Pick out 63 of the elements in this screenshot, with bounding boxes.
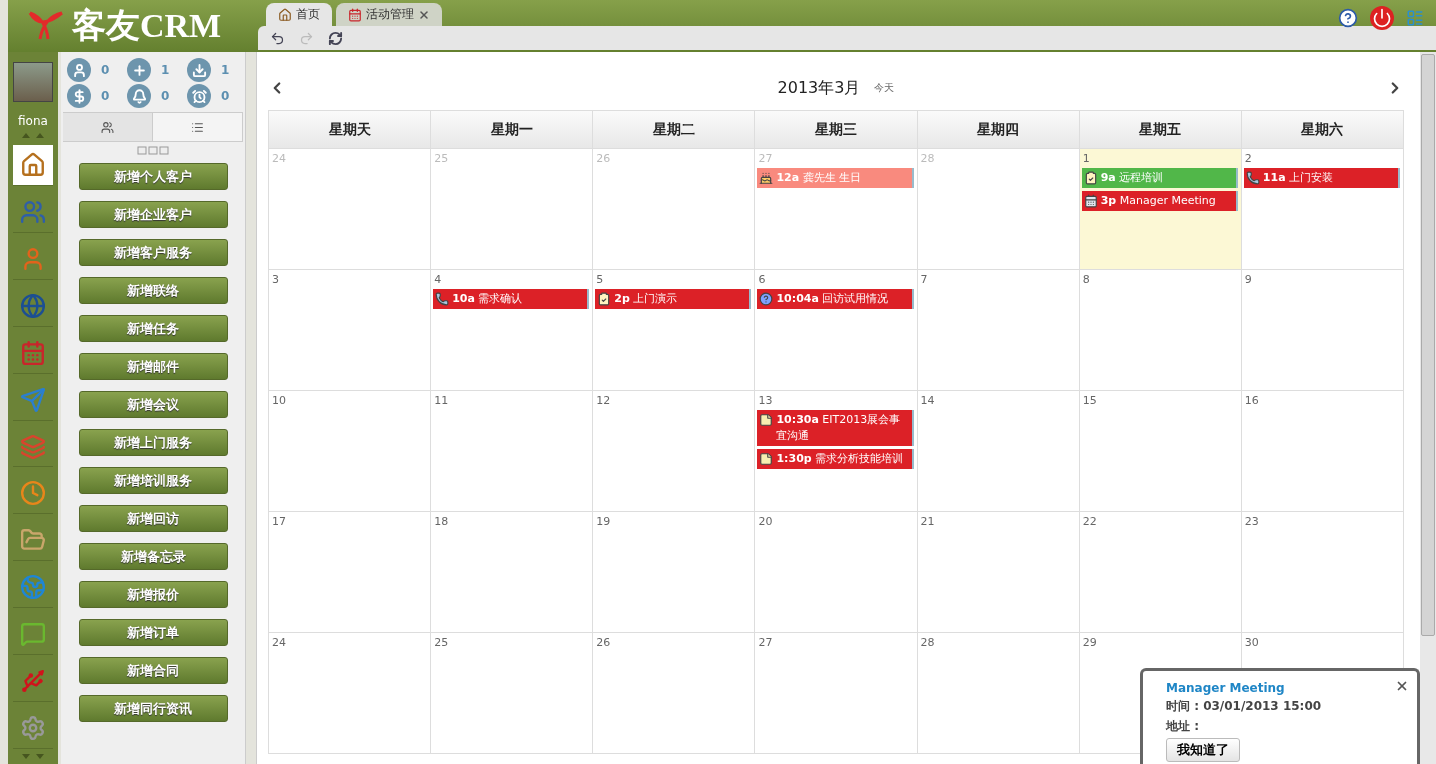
count: 1 (161, 63, 170, 77)
user-name: fiona (18, 113, 48, 128)
day-number: 24 (271, 636, 286, 649)
reminder-time: 时间 : 03/01/2013 15:00 (1166, 698, 1322, 715)
day-number: 28 (919, 152, 935, 165)
event-text: 10:30a EIT2013展会事宜沟通 (776, 412, 902, 444)
event-text: 2p 上门演示 (614, 291, 678, 307)
day-number: 12 (595, 394, 611, 407)
weekday-header: 星期三 (755, 111, 918, 149)
day-number: 8 (1081, 273, 1090, 286)
day-number: 25 (433, 152, 449, 165)
reminder-address: 地址 : (1166, 718, 1199, 735)
day-number: 2 (1243, 152, 1252, 165)
day-number: 20 (757, 515, 773, 528)
day-number: 26 (595, 152, 611, 165)
event-text: 12a 龚先生 生日 (776, 170, 862, 186)
weekday-header: 星期六 (1241, 111, 1404, 149)
event-text: 1:30p 需求分析技能培训 (776, 451, 904, 467)
weekday-header: 星期一 (431, 111, 594, 149)
day-number: 22 (1081, 515, 1097, 528)
day-number: 5 (595, 273, 604, 286)
count: 0 (161, 89, 170, 103)
day-number: 4 (433, 273, 442, 286)
day-number: 26 (595, 636, 611, 649)
event-text: 10:04a 回访试用情况 (776, 291, 889, 307)
day-number: 17 (271, 515, 286, 528)
count: 1 (221, 63, 230, 77)
day-number: 23 (1243, 515, 1259, 528)
day-number: 29 (1081, 636, 1097, 649)
day-number: 19 (595, 515, 611, 528)
day-number: 24 (271, 152, 286, 165)
reminder-title: Manager Meeting (1166, 681, 1285, 695)
month-title: 2013年3月 (777, 77, 861, 99)
day-number: 13 (757, 394, 773, 407)
weekday-header: 星期天 (269, 111, 432, 149)
day-number: 3 (271, 273, 279, 286)
event-text: 9a 远程培训 (1100, 170, 1164, 186)
day-number: 16 (1243, 394, 1259, 407)
day-number: 18 (433, 515, 449, 528)
day-number: 30 (1243, 636, 1259, 649)
day-number: 21 (919, 515, 935, 528)
day-number: 7 (919, 273, 928, 286)
day-number: 14 (919, 394, 935, 407)
count: 0 (101, 63, 110, 77)
day-number: 15 (1081, 394, 1097, 407)
weekday-header: 星期四 (917, 111, 1080, 149)
count: 0 (101, 89, 110, 103)
day-number: 9 (1243, 273, 1252, 286)
day-number: 1 (1081, 152, 1090, 165)
day-number: 11 (433, 394, 449, 407)
day-number: 27 (757, 636, 773, 649)
day-number: 25 (433, 636, 449, 649)
event-text: 11a 上门安装 (1262, 170, 1334, 186)
day-number: 27 (757, 152, 773, 165)
count: 0 (221, 89, 230, 103)
day-number: 28 (919, 636, 935, 649)
day-number: 6 (757, 273, 766, 286)
day-number: 10 (271, 394, 286, 407)
logo-text: 客友CRM (72, 6, 222, 46)
weekday-header: 星期二 (593, 111, 756, 149)
event-text: 3p Manager Meeting (1100, 193, 1216, 209)
weekday-header: 星期五 (1079, 111, 1242, 149)
event-text: 10a 需求确认 (452, 291, 523, 307)
